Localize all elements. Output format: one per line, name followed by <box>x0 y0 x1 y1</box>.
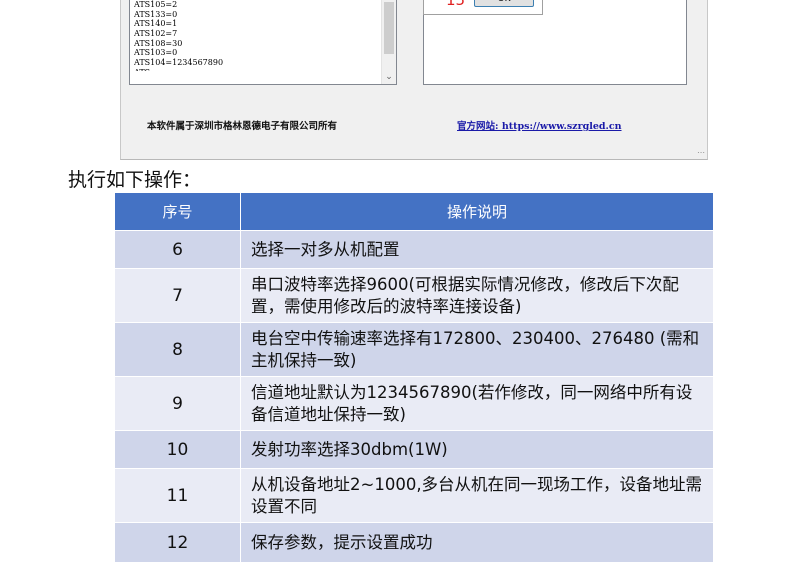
row-seq: 11 <box>114 468 241 523</box>
table-row: 6 选择一对多从机配置 <box>114 230 714 269</box>
chevron-down-icon[interactable]: ⌄ <box>382 72 396 82</box>
table-row: 7 串口波特率选择9600(可根据实际情况修改，修改后下次配置，需使用修改后的波… <box>114 268 714 323</box>
log-lines: ATS105=2 ATS133=0 ATS140=1 ATS102=7 ATS1… <box>134 0 382 84</box>
log-line: ATS... <box>134 68 382 71</box>
row-desc: 选择一对多从机配置 <box>240 230 714 269</box>
row-seq: 7 <box>114 268 241 323</box>
table-row: 9 信道地址默认为1234567890(若作修改，同一网络中所有设备信道地址保持… <box>114 376 714 431</box>
log-line: ATS140=1 <box>134 19 178 29</box>
at-command-log[interactable]: ATS105=2 ATS133=0 ATS140=1 ATS102=7 ATS1… <box>129 0 397 85</box>
row-desc: 从机设备地址2~1000,多台从机在同一现场工作，设备地址需设置不同 <box>240 468 714 523</box>
dialog-number: 15 <box>446 0 466 9</box>
row-seq: 10 <box>114 430 241 469</box>
resize-grip-icon[interactable]: ⋯ <box>697 149 705 157</box>
scrollbar-thumb[interactable] <box>384 2 394 54</box>
row-desc: 保存参数，提示设置成功 <box>240 522 714 563</box>
log-line: ATS103=0 <box>134 48 178 58</box>
row-desc: 信道地址默认为1234567890(若作修改，同一网络中所有设备信道地址保持一致… <box>240 376 714 431</box>
row-seq: 12 <box>114 522 241 563</box>
software-screenshot: ATS105=2 ATS133=0 ATS140=1 ATS102=7 ATS1… <box>120 0 708 160</box>
message-dialog: 15 OK <box>423 0 543 15</box>
log-scrollbar[interactable]: ⌄ <box>381 0 396 84</box>
log-line: ATS104=1234567890 <box>134 58 224 68</box>
row-seq: 9 <box>114 376 241 431</box>
row-desc: 电台空中传输速率选择有172800、230400、276480 (需和主机保持一… <box>240 322 714 377</box>
table-row: 12 保存参数，提示设置成功 <box>114 522 714 563</box>
header-seq: 序号 <box>114 192 241 231</box>
log-line: ATS133=0 <box>134 9 178 19</box>
log-line: ATS105=2 <box>134 0 178 9</box>
row-seq: 6 <box>114 230 241 269</box>
website-link[interactable]: 官方网站: https://www.szrgled.cn <box>457 118 622 132</box>
table-row: 8 电台空中传输速率选择有172800、230400、276480 (需和主机保… <box>114 322 714 377</box>
dialog-ok-button[interactable]: OK <box>474 0 534 7</box>
row-desc: 发射功率选择30dbm(1W) <box>240 430 714 469</box>
table-header-row: 序号 操作说明 <box>114 192 714 231</box>
operation-table: 序号 操作说明 6 选择一对多从机配置 7 串口波特率选择9600(可根据实际情… <box>114 192 714 563</box>
table-row: 11 从机设备地址2~1000,多台从机在同一现场工作，设备地址需设置不同 <box>114 468 714 523</box>
row-desc: 串口波特率选择9600(可根据实际情况修改，修改后下次配置，需使用修改后的波特率… <box>240 268 714 323</box>
row-seq: 8 <box>114 322 241 377</box>
header-desc: 操作说明 <box>240 192 714 231</box>
table-row: 10 发射功率选择30dbm(1W) <box>114 430 714 469</box>
section-label: 执行如下操作： <box>68 169 202 191</box>
log-line: ATS102=7 <box>134 29 178 39</box>
copyright-text: 本软件属于深圳市格林恩德电子有限公司所有 <box>147 121 338 132</box>
log-line: ATS108=30 <box>134 38 183 48</box>
